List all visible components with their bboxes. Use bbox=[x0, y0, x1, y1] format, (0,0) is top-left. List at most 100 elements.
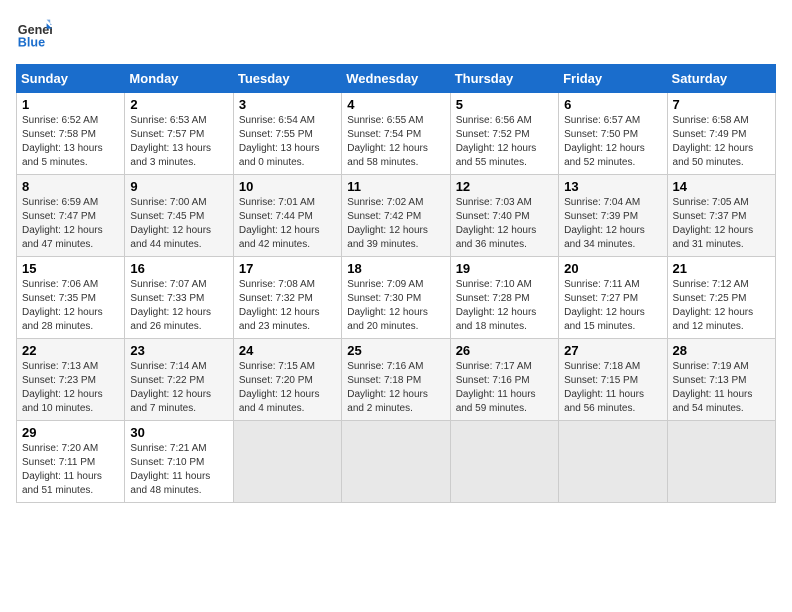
header-sunday: Sunday bbox=[17, 65, 125, 93]
calendar-cell: 7 Sunrise: 6:58 AMSunset: 7:49 PMDaylight… bbox=[667, 93, 775, 175]
cell-info: Sunrise: 7:04 AMSunset: 7:39 PMDaylight:… bbox=[564, 197, 645, 250]
calendar-cell bbox=[559, 421, 667, 503]
calendar-cell: 12 Sunrise: 7:03 AMSunset: 7:40 PMDayligh… bbox=[450, 175, 558, 257]
day-number: 3 bbox=[239, 97, 336, 112]
cell-info: Sunrise: 7:07 AMSunset: 7:33 PMDaylight:… bbox=[130, 279, 211, 332]
cell-info: Sunrise: 6:55 AMSunset: 7:54 PMDaylight:… bbox=[347, 115, 428, 168]
day-number: 4 bbox=[347, 97, 444, 112]
cell-info: Sunrise: 7:02 AMSunset: 7:42 PMDaylight:… bbox=[347, 197, 428, 250]
calendar-table: SundayMondayTuesdayWednesdayThursdayFrid… bbox=[16, 64, 776, 503]
day-number: 21 bbox=[673, 261, 770, 276]
day-number: 17 bbox=[239, 261, 336, 276]
cell-info: Sunrise: 7:05 AMSunset: 7:37 PMDaylight:… bbox=[673, 197, 754, 250]
day-number: 25 bbox=[347, 343, 444, 358]
calendar-cell: 25 Sunrise: 7:16 AMSunset: 7:18 PMDayligh… bbox=[342, 339, 450, 421]
cell-info: Sunrise: 7:15 AMSunset: 7:20 PMDaylight:… bbox=[239, 361, 320, 414]
calendar-cell: 1 Sunrise: 6:52 AMSunset: 7:58 PMDaylight… bbox=[17, 93, 125, 175]
day-number: 18 bbox=[347, 261, 444, 276]
day-number: 1 bbox=[22, 97, 119, 112]
header-wednesday: Wednesday bbox=[342, 65, 450, 93]
calendar-cell: 19Sunrise: 7:10 AMSunset: 7:28 PMDayligh… bbox=[450, 257, 558, 339]
calendar-cell: 27 Sunrise: 7:18 AMSunset: 7:15 PMDayligh… bbox=[559, 339, 667, 421]
page-header: General Blue bbox=[16, 16, 776, 52]
day-number: 11 bbox=[347, 179, 444, 194]
cell-info: Sunrise: 7:00 AMSunset: 7:45 PMDaylight:… bbox=[130, 197, 211, 250]
cell-info: Sunrise: 6:57 AMSunset: 7:50 PMDaylight:… bbox=[564, 115, 645, 168]
calendar-cell: 23Sunrise: 7:14 AMSunset: 7:22 PMDayligh… bbox=[125, 339, 233, 421]
cell-info: Sunrise: 7:01 AMSunset: 7:44 PMDaylight:… bbox=[239, 197, 320, 250]
cell-info: Sunrise: 7:08 AMSunset: 7:32 PMDaylight:… bbox=[239, 279, 320, 332]
day-number: 10 bbox=[239, 179, 336, 194]
day-number: 19 bbox=[456, 261, 553, 276]
day-number: 5 bbox=[456, 97, 553, 112]
cell-info: Sunrise: 7:16 AMSunset: 7:18 PMDaylight:… bbox=[347, 361, 428, 414]
calendar-cell: 6 Sunrise: 6:57 AMSunset: 7:50 PMDaylight… bbox=[559, 93, 667, 175]
header-monday: Monday bbox=[125, 65, 233, 93]
calendar-cell: 17 Sunrise: 7:08 AMSunset: 7:32 PMDayligh… bbox=[233, 257, 341, 339]
day-number: 22 bbox=[22, 343, 119, 358]
cell-info: Sunrise: 7:09 AMSunset: 7:30 PMDaylight:… bbox=[347, 279, 428, 332]
cell-info: Sunrise: 6:52 AMSunset: 7:58 PMDaylight:… bbox=[22, 115, 103, 168]
calendar-cell: 22 Sunrise: 7:13 AMSunset: 7:23 PMDayligh… bbox=[17, 339, 125, 421]
cell-info: Sunrise: 6:56 AMSunset: 7:52 PMDaylight:… bbox=[456, 115, 537, 168]
week-row-5: 29 Sunrise: 7:20 AMSunset: 7:11 PMDayligh… bbox=[17, 421, 776, 503]
calendar-cell: 8Sunrise: 6:59 AMSunset: 7:47 PMDaylight… bbox=[17, 175, 125, 257]
cell-info: Sunrise: 7:20 AMSunset: 7:11 PMDaylight:… bbox=[22, 443, 102, 496]
calendar-cell bbox=[233, 421, 341, 503]
day-number: 14 bbox=[673, 179, 770, 194]
calendar-cell: 30Sunrise: 7:21 AMSunset: 7:10 PMDayligh… bbox=[125, 421, 233, 503]
cell-info: Sunrise: 6:53 AMSunset: 7:57 PMDaylight:… bbox=[130, 115, 211, 168]
day-number: 2 bbox=[130, 97, 227, 112]
day-number: 20 bbox=[564, 261, 661, 276]
day-number: 26 bbox=[456, 343, 553, 358]
cell-info: Sunrise: 7:18 AMSunset: 7:15 PMDaylight:… bbox=[564, 361, 644, 414]
day-number: 24 bbox=[239, 343, 336, 358]
calendar-cell: 18 Sunrise: 7:09 AMSunset: 7:30 PMDayligh… bbox=[342, 257, 450, 339]
calendar-cell: 11 Sunrise: 7:02 AMSunset: 7:42 PMDayligh… bbox=[342, 175, 450, 257]
day-number: 15 bbox=[22, 261, 119, 276]
cell-info: Sunrise: 6:58 AMSunset: 7:49 PMDaylight:… bbox=[673, 115, 754, 168]
calendar-cell: 2 Sunrise: 6:53 AMSunset: 7:57 PMDaylight… bbox=[125, 93, 233, 175]
day-number: 13 bbox=[564, 179, 661, 194]
day-number: 6 bbox=[564, 97, 661, 112]
calendar-cell: 10 Sunrise: 7:01 AMSunset: 7:44 PMDayligh… bbox=[233, 175, 341, 257]
header-thursday: Thursday bbox=[450, 65, 558, 93]
calendar-cell: 3 Sunrise: 6:54 AMSunset: 7:55 PMDaylight… bbox=[233, 93, 341, 175]
day-number: 12 bbox=[456, 179, 553, 194]
logo-icon: General Blue bbox=[16, 16, 52, 52]
cell-info: Sunrise: 7:12 AMSunset: 7:25 PMDaylight:… bbox=[673, 279, 754, 332]
week-row-1: 1 Sunrise: 6:52 AMSunset: 7:58 PMDaylight… bbox=[17, 93, 776, 175]
calendar-cell: 5 Sunrise: 6:56 AMSunset: 7:52 PMDaylight… bbox=[450, 93, 558, 175]
svg-text:Blue: Blue bbox=[18, 36, 45, 50]
header-row: SundayMondayTuesdayWednesdayThursdayFrid… bbox=[17, 65, 776, 93]
day-number: 29 bbox=[22, 425, 119, 440]
day-number: 7 bbox=[673, 97, 770, 112]
calendar-cell: 24 Sunrise: 7:15 AMSunset: 7:20 PMDayligh… bbox=[233, 339, 341, 421]
header-tuesday: Tuesday bbox=[233, 65, 341, 93]
calendar-cell: 4 Sunrise: 6:55 AMSunset: 7:54 PMDaylight… bbox=[342, 93, 450, 175]
calendar-cell: 13 Sunrise: 7:04 AMSunset: 7:39 PMDayligh… bbox=[559, 175, 667, 257]
calendar-cell: 21 Sunrise: 7:12 AMSunset: 7:25 PMDayligh… bbox=[667, 257, 775, 339]
day-number: 28 bbox=[673, 343, 770, 358]
cell-info: Sunrise: 7:11 AMSunset: 7:27 PMDaylight:… bbox=[564, 279, 645, 332]
calendar-cell: 9Sunrise: 7:00 AMSunset: 7:45 PMDaylight… bbox=[125, 175, 233, 257]
calendar-cell bbox=[450, 421, 558, 503]
week-row-4: 22 Sunrise: 7:13 AMSunset: 7:23 PMDayligh… bbox=[17, 339, 776, 421]
calendar-cell bbox=[342, 421, 450, 503]
day-number: 8 bbox=[22, 179, 119, 194]
cell-info: Sunrise: 7:13 AMSunset: 7:23 PMDaylight:… bbox=[22, 361, 103, 414]
cell-info: Sunrise: 6:54 AMSunset: 7:55 PMDaylight:… bbox=[239, 115, 320, 168]
calendar-cell: 28Sunrise: 7:19 AMSunset: 7:13 PMDayligh… bbox=[667, 339, 775, 421]
day-number: 27 bbox=[564, 343, 661, 358]
cell-info: Sunrise: 7:21 AMSunset: 7:10 PMDaylight:… bbox=[130, 443, 210, 496]
week-row-3: 15Sunrise: 7:06 AMSunset: 7:35 PMDayligh… bbox=[17, 257, 776, 339]
cell-info: Sunrise: 7:14 AMSunset: 7:22 PMDaylight:… bbox=[130, 361, 211, 414]
calendar-cell: 16 Sunrise: 7:07 AMSunset: 7:33 PMDayligh… bbox=[125, 257, 233, 339]
cell-info: Sunrise: 7:03 AMSunset: 7:40 PMDaylight:… bbox=[456, 197, 537, 250]
header-friday: Friday bbox=[559, 65, 667, 93]
header-saturday: Saturday bbox=[667, 65, 775, 93]
calendar-cell bbox=[667, 421, 775, 503]
calendar-cell: 20 Sunrise: 7:11 AMSunset: 7:27 PMDayligh… bbox=[559, 257, 667, 339]
calendar-cell: 14 Sunrise: 7:05 AMSunset: 7:37 PMDayligh… bbox=[667, 175, 775, 257]
day-number: 16 bbox=[130, 261, 227, 276]
